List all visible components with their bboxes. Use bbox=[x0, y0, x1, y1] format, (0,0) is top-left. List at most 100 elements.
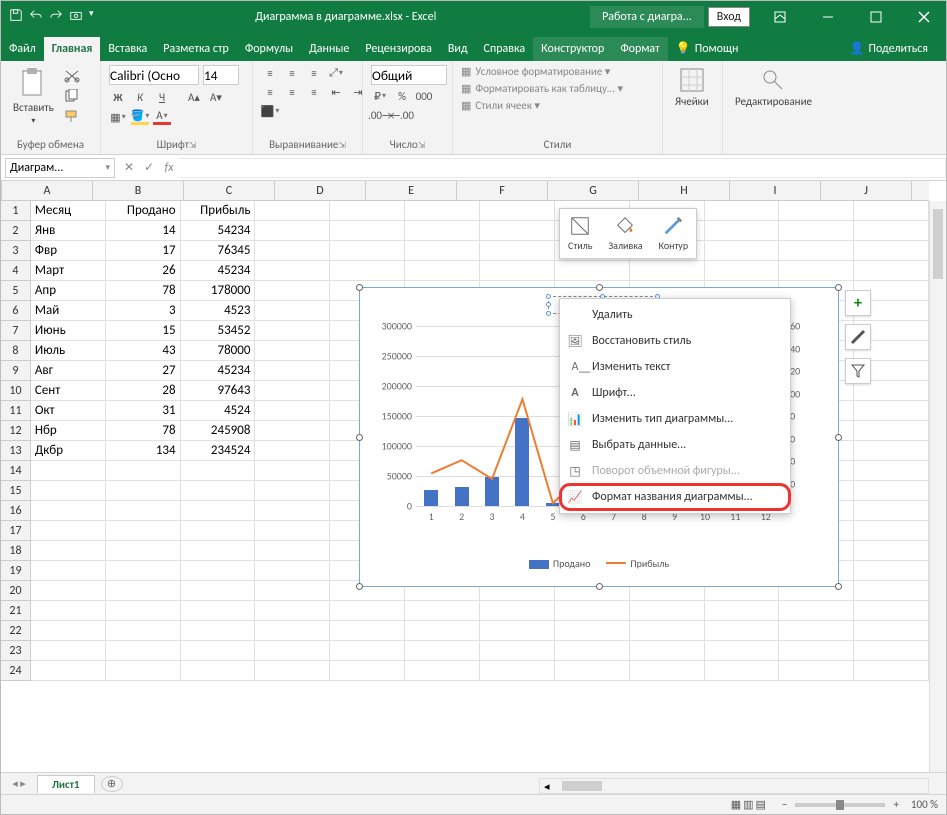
cell[interactable]: 27 bbox=[106, 361, 181, 381]
cell[interactable]: Фвр bbox=[31, 241, 106, 261]
cell[interactable] bbox=[255, 261, 330, 281]
cell[interactable] bbox=[31, 561, 106, 581]
tab-insert[interactable]: Вставка bbox=[100, 37, 155, 61]
cell[interactable] bbox=[106, 521, 181, 541]
ctx-change-chart-type[interactable]: 📊Изменить тип диаграммы... bbox=[560, 406, 790, 432]
minimize-icon[interactable] bbox=[806, 1, 850, 32]
row-header[interactable]: 10 bbox=[1, 381, 31, 401]
cell[interactable] bbox=[854, 381, 929, 401]
align-top-icon[interactable]: ≡ bbox=[261, 65, 279, 81]
cell[interactable]: 234524 bbox=[181, 441, 256, 461]
cell[interactable] bbox=[106, 581, 181, 601]
decrease-decimal-icon[interactable]: ←.00 bbox=[393, 107, 411, 123]
cell[interactable]: 45234 bbox=[181, 361, 256, 381]
cell[interactable] bbox=[854, 201, 929, 221]
maximize-icon[interactable] bbox=[854, 1, 898, 32]
cell[interactable] bbox=[779, 261, 854, 281]
row-header[interactable]: 8 bbox=[1, 341, 31, 361]
tab-review[interactable]: Рецензирова bbox=[357, 37, 439, 61]
ctx-reset-style[interactable]: 🖼Восстановить стиль bbox=[560, 328, 790, 354]
column-header[interactable]: G bbox=[548, 181, 639, 200]
cell[interactable] bbox=[405, 641, 480, 661]
cell[interactable]: Март bbox=[31, 261, 106, 281]
row-header[interactable]: 21 bbox=[1, 601, 31, 621]
view-page-break-icon[interactable]: ▤ bbox=[756, 798, 766, 811]
formula-input[interactable] bbox=[179, 158, 946, 178]
cut-icon[interactable] bbox=[64, 69, 80, 86]
cell[interactable] bbox=[255, 621, 330, 641]
camera-icon[interactable] bbox=[69, 8, 83, 26]
conditional-formatting-button[interactable]: ▦Условное форматирование ▾ bbox=[461, 65, 610, 78]
cell[interactable]: Месяц bbox=[31, 201, 106, 221]
row-header[interactable]: 13 bbox=[1, 441, 31, 461]
cell[interactable] bbox=[181, 601, 256, 621]
zoom-in-button[interactable]: + bbox=[893, 798, 898, 811]
align-right-icon[interactable]: ≡ bbox=[305, 84, 323, 100]
increase-font-icon[interactable]: A▴ bbox=[185, 89, 203, 105]
row-header[interactable]: 16 bbox=[1, 501, 31, 521]
cell[interactable] bbox=[705, 201, 780, 221]
cell[interactable]: Продано bbox=[106, 201, 181, 221]
row-header[interactable]: 23 bbox=[1, 641, 31, 661]
cell[interactable]: 78 bbox=[106, 281, 181, 301]
cell[interactable] bbox=[255, 421, 330, 441]
cell[interactable] bbox=[106, 601, 181, 621]
cell[interactable] bbox=[854, 501, 929, 521]
increase-decimal-icon[interactable]: .00→ bbox=[371, 107, 389, 123]
zoom-level[interactable]: 100 % bbox=[911, 798, 938, 811]
cell[interactable] bbox=[181, 501, 256, 521]
indent-dec-icon[interactable]: ⇤ bbox=[327, 84, 345, 100]
comma-icon[interactable]: 000 bbox=[415, 88, 433, 104]
sheet-tab-active[interactable]: Лист1 bbox=[37, 775, 95, 793]
cell[interactable] bbox=[31, 481, 106, 501]
tab-file[interactable]: Файл bbox=[1, 37, 44, 61]
cell[interactable] bbox=[480, 241, 555, 261]
row-header[interactable]: 2 bbox=[1, 221, 31, 241]
cell[interactable] bbox=[31, 541, 106, 561]
view-normal-icon[interactable]: ▦ bbox=[731, 798, 741, 811]
chart-elements-button[interactable]: + bbox=[845, 290, 871, 316]
horizontal-scrollbar[interactable]: ◂ bbox=[539, 778, 929, 794]
ctx-font[interactable]: AШрифт... bbox=[560, 380, 790, 406]
cell[interactable] bbox=[106, 561, 181, 581]
row-header[interactable]: 4 bbox=[1, 261, 31, 281]
cell[interactable] bbox=[705, 241, 780, 261]
row-header[interactable]: 5 bbox=[1, 281, 31, 301]
row-header[interactable]: 24 bbox=[1, 661, 31, 681]
cell[interactable]: 17 bbox=[106, 241, 181, 261]
cell[interactable] bbox=[255, 581, 330, 601]
fill-color-button[interactable]: 🪣 bbox=[131, 109, 149, 125]
row-header[interactable]: 18 bbox=[1, 541, 31, 561]
tab-home[interactable]: Главная bbox=[44, 37, 101, 61]
cell[interactable] bbox=[555, 661, 630, 681]
cell[interactable] bbox=[255, 401, 330, 421]
fx-icon[interactable]: fx bbox=[159, 161, 179, 175]
column-header[interactable]: C bbox=[184, 181, 275, 200]
ctx-format-chart-title[interactable]: 📈Формат названия диаграммы... bbox=[560, 484, 790, 510]
cell[interactable] bbox=[31, 621, 106, 641]
row-header[interactable]: 9 bbox=[1, 361, 31, 381]
orientation-icon[interactable]: ⤢ bbox=[327, 65, 345, 81]
cell[interactable]: Июль bbox=[31, 341, 106, 361]
tab-formulas[interactable]: Формулы bbox=[237, 37, 301, 61]
cell[interactable]: Нбр bbox=[31, 421, 106, 441]
cell[interactable] bbox=[181, 461, 256, 481]
cell[interactable]: 134 bbox=[106, 441, 181, 461]
row-header[interactable]: 20 bbox=[1, 581, 31, 601]
tab-view[interactable]: Вид bbox=[440, 37, 476, 61]
cell[interactable] bbox=[255, 281, 330, 301]
cell[interactable] bbox=[255, 561, 330, 581]
copy-icon[interactable] bbox=[64, 89, 80, 106]
redo-icon[interactable] bbox=[49, 8, 63, 26]
currency-icon[interactable]: ₽ bbox=[371, 88, 389, 104]
cell[interactable] bbox=[330, 661, 405, 681]
cell[interactable] bbox=[330, 641, 405, 661]
ribbon-options-icon[interactable] bbox=[758, 1, 802, 32]
cell[interactable] bbox=[480, 221, 555, 241]
cell[interactable] bbox=[106, 541, 181, 561]
cell[interactable] bbox=[854, 461, 929, 481]
cell[interactable]: 26 bbox=[106, 261, 181, 281]
ctx-select-data[interactable]: ▤Выбрать данные... bbox=[560, 432, 790, 458]
cell[interactable] bbox=[480, 261, 555, 281]
align-center-icon[interactable]: ≡ bbox=[283, 84, 301, 100]
